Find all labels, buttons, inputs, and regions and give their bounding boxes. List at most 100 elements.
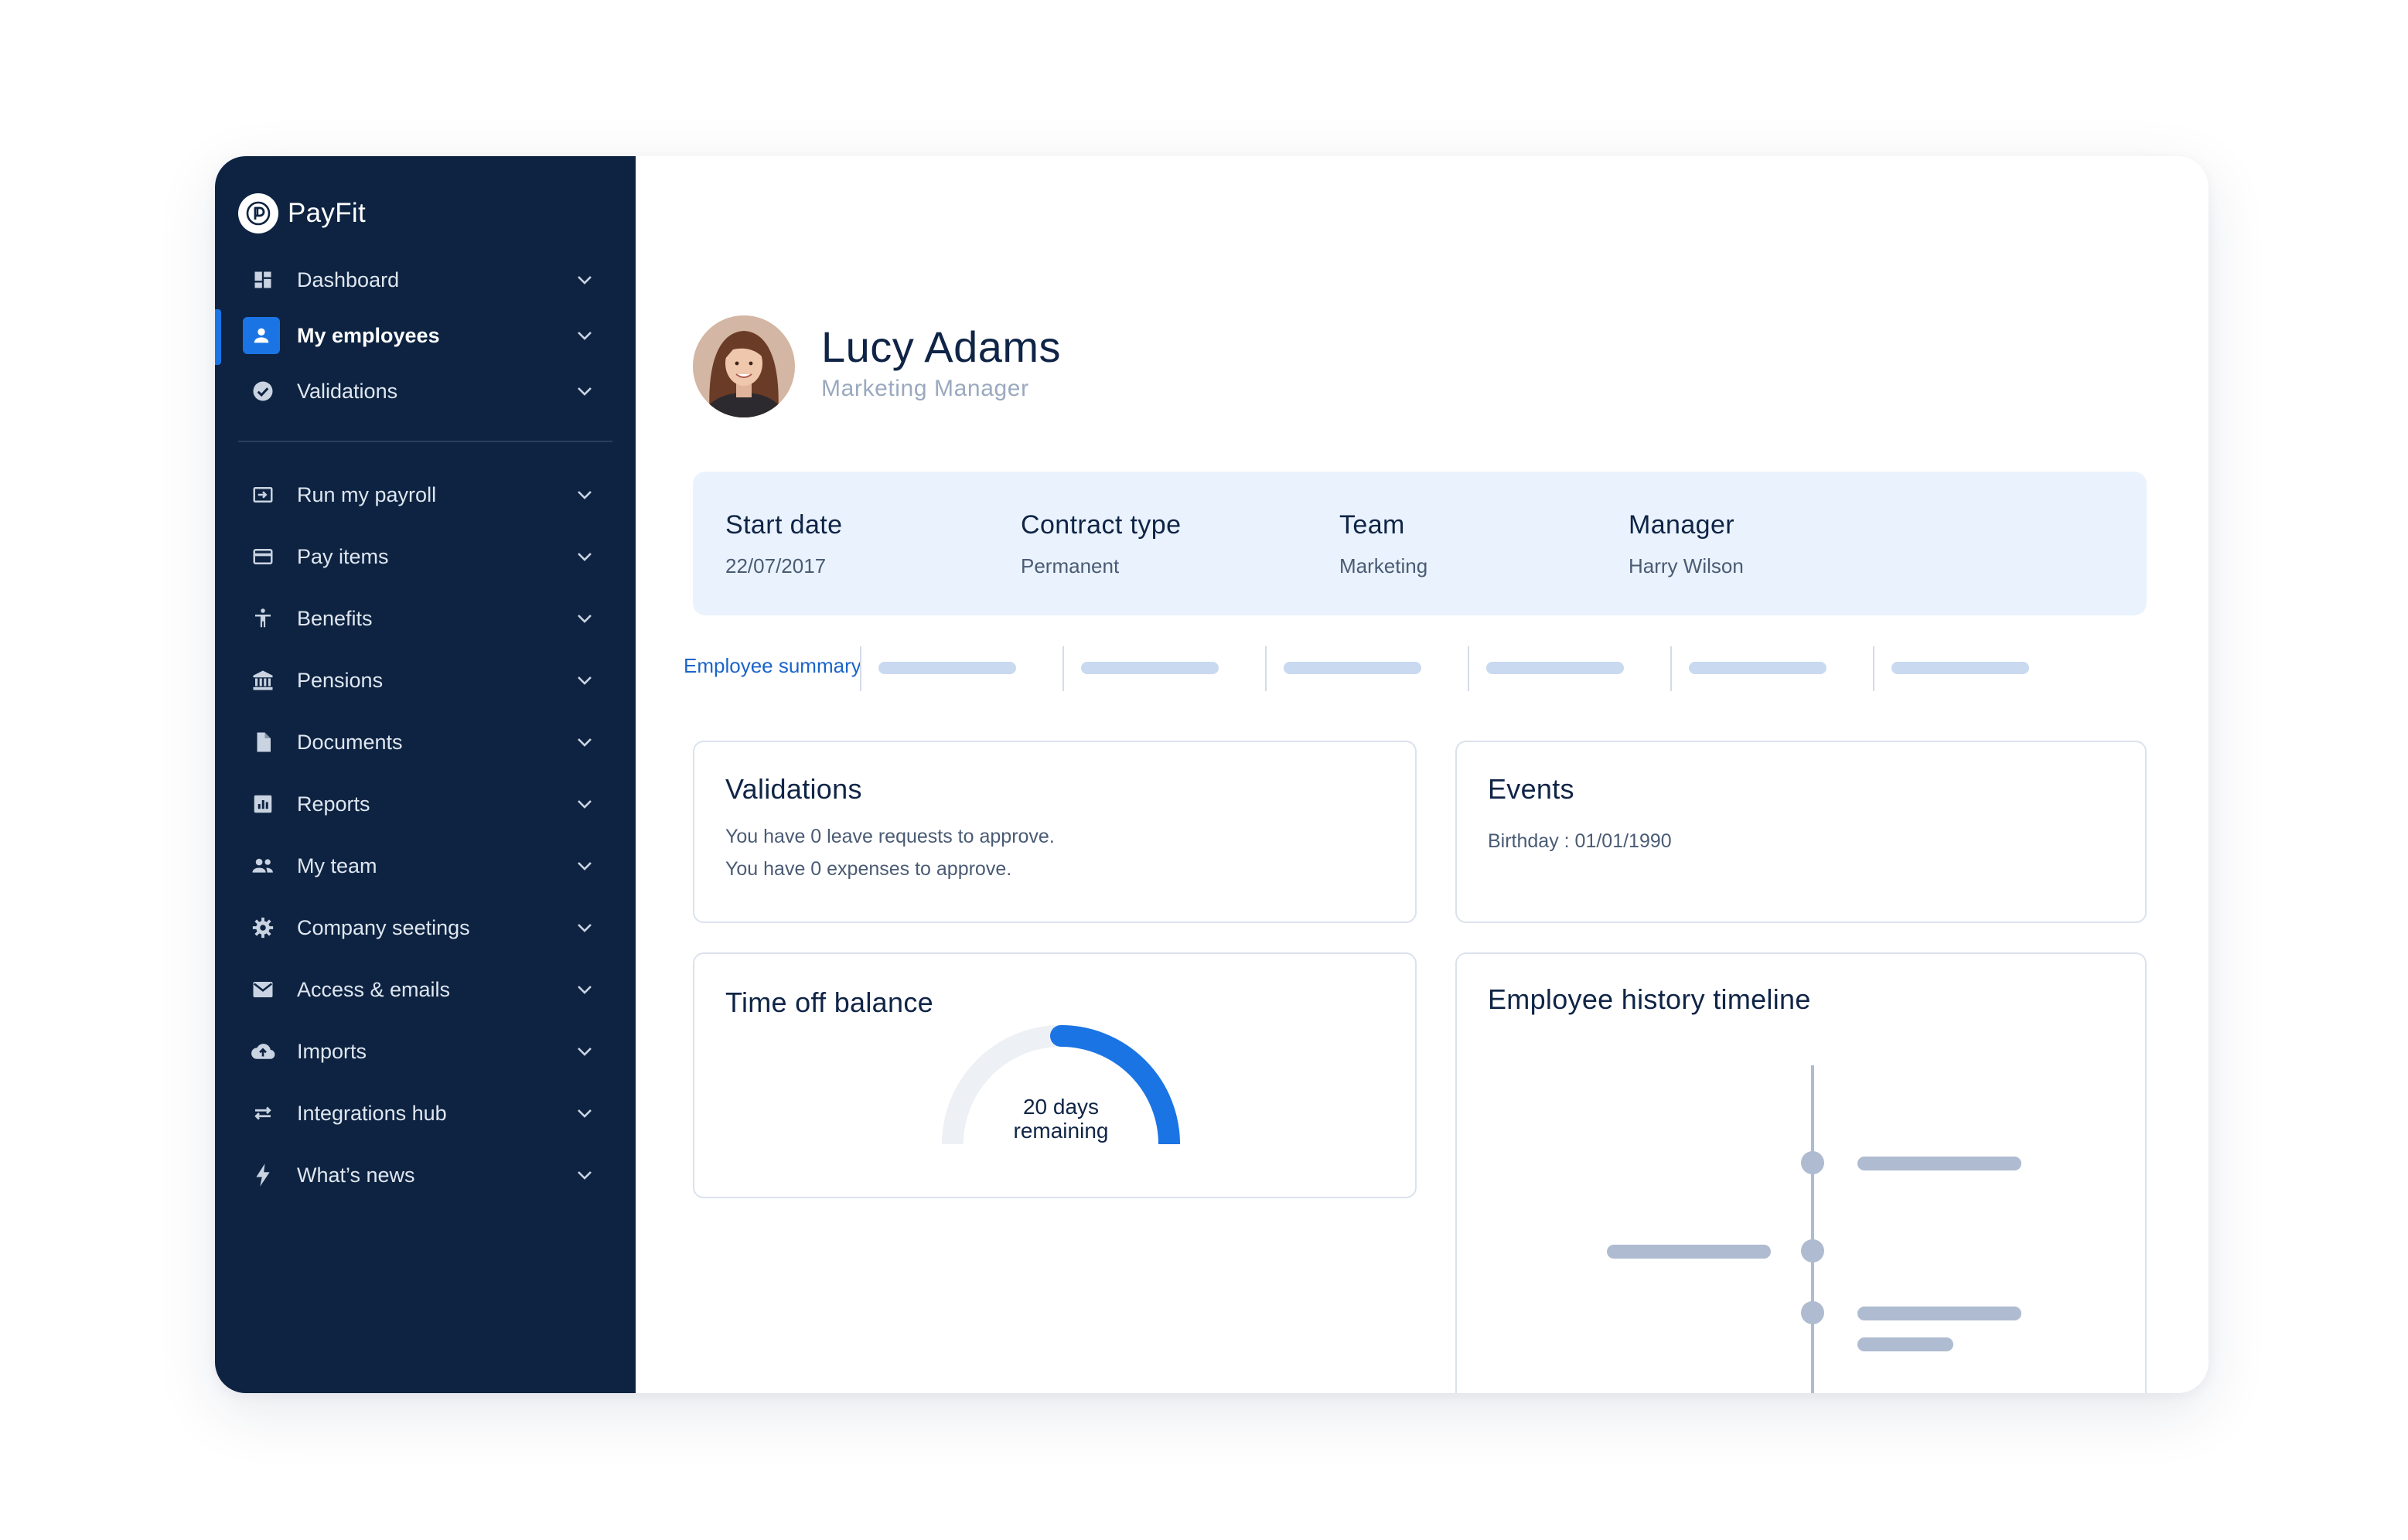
sidebar-item-whats-news[interactable]: What’s news [215,1150,636,1200]
sidebar-item-label: Imports [297,1039,367,1063]
tab-placeholder[interactable] [1486,662,1624,674]
chevron-down-icon[interactable] [572,977,597,1002]
days-remaining-value: 20 days [1022,1095,1100,1119]
card-icon [246,540,280,574]
sidebar-item-pay-items[interactable]: Pay items [215,532,636,581]
employee-info-band: Start date 22/07/2017 Contract type Perm… [693,472,2147,615]
info-start-date: Start date 22/07/2017 [725,510,842,578]
chevron-down-icon[interactable] [572,668,597,693]
sidebar-item-label: Pay items [297,544,389,568]
payroll-icon [246,478,280,512]
gear-icon [246,911,280,945]
employee-name: Lucy Adams [821,322,1062,371]
events-card: Events Birthday : 01/01/1990 [1455,741,2147,923]
mail-icon [246,973,280,1007]
sidebar-item-access-emails[interactable]: Access & emails [215,965,636,1014]
chevron-down-icon[interactable] [572,853,597,878]
check-circle-icon [246,374,280,408]
brand-name: PayFit [288,198,366,228]
sidebar-item-benefits[interactable]: Benefits [215,594,636,643]
card-title: Events [1488,773,1574,805]
info-value: 22/07/2017 [725,554,827,578]
person-icon [243,317,280,354]
days-remaining-caption: remaining [1013,1119,1109,1143]
sidebar-item-dashboard[interactable]: Dashboard [215,255,636,305]
chevron-down-icon[interactable] [572,379,597,404]
sidebar-item-label: Validations [297,379,398,403]
time-off-gauge: 20 days remaining [937,1024,1185,1155]
tab-separator [1873,646,1874,691]
info-label: Manager [1629,510,1734,540]
group-icon [246,849,280,883]
chevron-down-icon[interactable] [572,544,597,569]
bolt-icon [246,1158,280,1192]
chevron-down-icon[interactable] [572,1163,597,1187]
chevron-down-icon[interactable] [572,915,597,940]
tab-placeholder[interactable] [1891,662,2029,674]
document-icon [246,725,280,759]
sidebar-item-label: Pensions [297,668,384,692]
sidebar-divider [238,441,612,442]
tab-placeholder[interactable] [878,662,1016,674]
tab-separator [860,646,861,691]
info-contract-type: Contract type Permanent [1021,510,1181,578]
chevron-down-icon[interactable] [572,730,597,755]
validations-card: Validations You have 0 leave requests to… [693,741,1417,923]
cloud-upload-icon [246,1034,280,1068]
chevron-down-icon[interactable] [572,606,597,631]
sidebar-item-label: My employees [297,323,440,347]
sidebar-item-label: Integrations hub [297,1101,447,1125]
sidebar: PayFit Dashboard My employees Validation… [215,156,636,1393]
card-title: Validations [725,773,862,805]
info-label: Start date [725,510,843,540]
accessibility-icon [246,601,280,635]
sidebar-item-imports[interactable]: Imports [215,1027,636,1076]
chevron-down-icon[interactable] [572,1101,597,1126]
dashboard-icon [246,263,280,297]
logo[interactable]: PayFit [238,193,366,233]
tab-placeholder[interactable] [1284,662,1421,674]
info-value: Permanent [1021,554,1120,578]
payfit-logo-icon [238,193,278,233]
chevron-down-icon[interactable] [572,323,597,348]
sidebar-item-label: Run my payroll [297,482,437,506]
events-text: Birthday : 01/01/1990 [1488,830,1672,852]
gauge-cap [1050,1025,1072,1047]
chevron-down-icon[interactable] [572,792,597,816]
history-timeline-card: Employee history timeline [1455,952,2147,1393]
chevron-down-icon[interactable] [572,482,597,507]
info-value: Harry Wilson [1629,554,1744,578]
sidebar-item-pensions[interactable]: Pensions [215,656,636,705]
sidebar-item-reports[interactable]: Reports [215,779,636,829]
sidebar-item-run-my-payroll[interactable]: Run my payroll [215,470,636,520]
tab-separator [1670,646,1672,691]
swap-icon [246,1096,280,1130]
chevron-down-icon[interactable] [572,267,597,292]
tab-employee-summary[interactable]: Employee summary [684,654,861,678]
sidebar-item-label: Benefits [297,606,373,630]
sidebar-item-label: My team [297,853,377,877]
tab-placeholder[interactable] [1081,662,1219,674]
info-label: Team [1339,510,1405,540]
time-off-card: Time off balance 20 days remaining [693,952,1417,1198]
sidebar-item-my-employees[interactable]: My employees [215,311,636,360]
app-window: PayFit Dashboard My employees Validation… [215,156,2208,1393]
sidebar-item-label: Access & emails [297,977,451,1001]
employee-avatar[interactable] [693,315,795,417]
sidebar-item-integrations-hub[interactable]: Integrations hub [215,1089,636,1138]
timeline-graphic [1607,1065,2021,1393]
sidebar-item-company-settings[interactable]: Company seetings [215,903,636,952]
chevron-down-icon[interactable] [572,1039,597,1064]
sidebar-item-documents[interactable]: Documents [215,717,636,767]
info-manager: Manager Harry Wilson [1629,510,1744,578]
info-value: Marketing [1339,554,1428,578]
chart-icon [246,787,280,821]
validations-text: You have 0 expenses to approve. [725,858,1012,880]
validations-text: You have 0 leave requests to approve. [725,826,1055,847]
sidebar-item-validations[interactable]: Validations [215,366,636,416]
tab-separator [1062,646,1064,691]
sidebar-item-label: Company seetings [297,915,470,939]
tab-placeholder[interactable] [1689,662,1826,674]
sidebar-item-my-team[interactable]: My team [215,841,636,891]
sidebar-item-label: Documents [297,730,403,754]
